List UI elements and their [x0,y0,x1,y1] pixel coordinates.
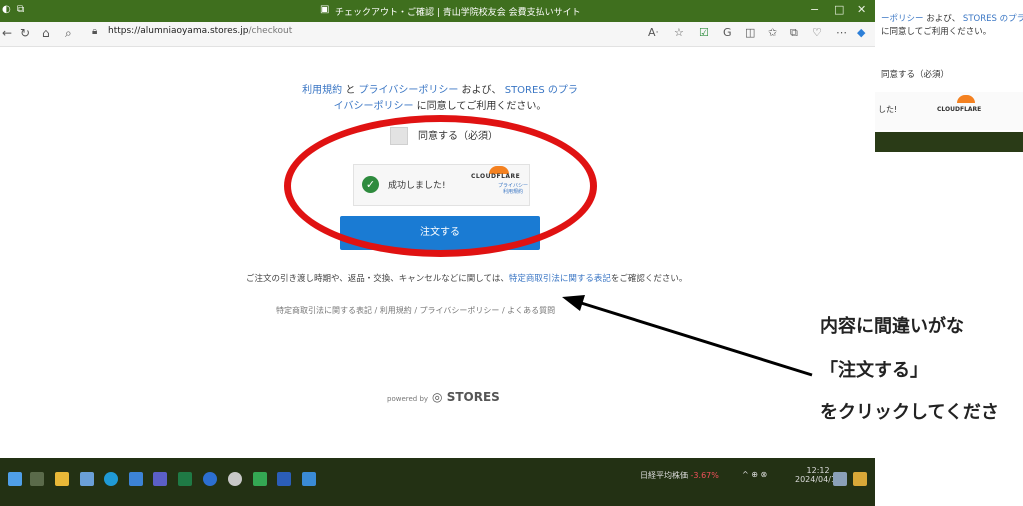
pointer-arrow [562,295,813,377]
